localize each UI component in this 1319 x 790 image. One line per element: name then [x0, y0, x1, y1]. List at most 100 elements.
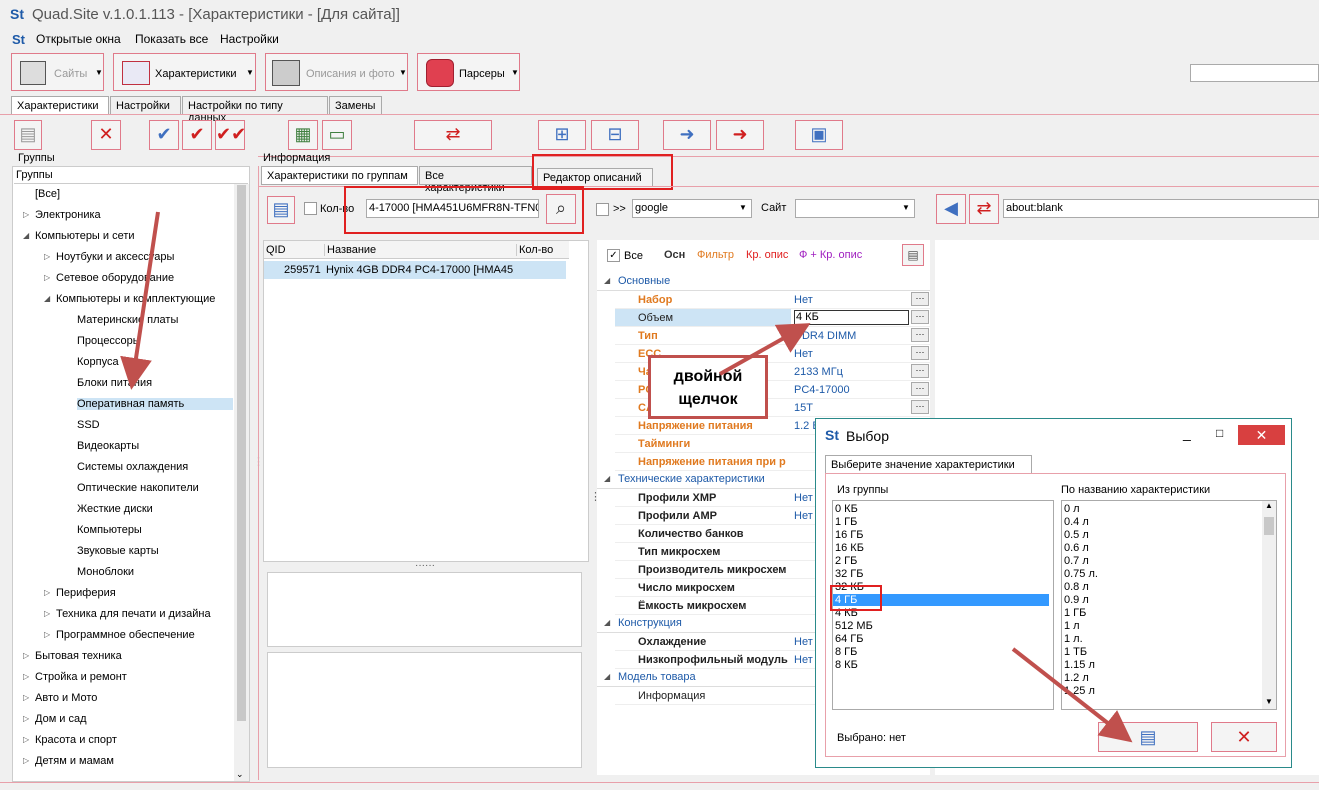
property-value[interactable]: Нет — [794, 348, 813, 360]
tab-replacements[interactable]: Замены — [329, 96, 382, 115]
tree-item[interactable]: Красота и спорт — [35, 734, 117, 746]
tree-item[interactable]: Оперативная память — [77, 398, 233, 410]
ellipsis-button[interactable]: ··· — [911, 382, 929, 396]
ellipsis-button[interactable]: ··· — [911, 292, 929, 306]
property-name[interactable]: Напряжение питания при р — [638, 456, 790, 468]
ellipsis-button[interactable]: ··· — [911, 364, 929, 378]
filter-filter[interactable]: Фильтр — [697, 249, 734, 261]
browser-arrows[interactable]: >> — [613, 203, 626, 215]
tree-item[interactable]: Компьютеры и сети — [35, 230, 135, 242]
parsers-button[interactable]: Парсеры ▼ — [417, 53, 520, 91]
all-checkbox[interactable]: ✓ — [607, 249, 620, 262]
maximize-icon[interactable]: □ — [1216, 426, 1223, 440]
props-save-button[interactable]: ▤ — [902, 244, 924, 266]
tree-item[interactable]: Материнские платы — [77, 314, 178, 326]
back-button[interactable]: ◀ — [936, 194, 966, 224]
collapse-icon[interactable]: ◢ — [604, 618, 610, 627]
tree-item[interactable]: Программное обеспечение — [56, 629, 195, 641]
tree-item[interactable]: Системы охлаждения — [77, 461, 188, 473]
menu-show-all[interactable]: Показать все — [135, 32, 208, 46]
tree-item[interactable]: Процессоры — [77, 335, 141, 347]
list-item[interactable]: 0.5 л — [1064, 529, 1089, 541]
filter-main[interactable]: Осн — [664, 249, 685, 261]
expand-icon[interactable]: ▷ — [23, 693, 29, 702]
tab-characteristics[interactable]: Характеристики — [11, 96, 109, 115]
menu-open-windows[interactable]: Открытые окна — [36, 32, 121, 46]
section-header[interactable]: Конструкция — [618, 617, 682, 629]
list-item[interactable]: 0 КБ — [835, 503, 858, 515]
property-value[interactable]: Нет — [794, 654, 813, 666]
list-item[interactable]: 1 ТБ — [1064, 646, 1087, 658]
description-box-2[interactable] — [267, 652, 582, 768]
list-item[interactable]: 1.15 л — [1064, 659, 1095, 671]
property-name[interactable]: Низкопрофильный модуль — [638, 654, 790, 666]
tree-item[interactable]: Компьютеры и комплектующие — [56, 293, 215, 305]
browser-checkbox[interactable] — [596, 203, 609, 216]
property-name[interactable]: Тайминги — [638, 438, 790, 450]
expand-icon[interactable]: ▷ — [23, 210, 29, 219]
check-all-button[interactable]: ✔✔ — [215, 120, 246, 150]
scroll-thumb[interactable] — [1264, 517, 1274, 535]
property-value[interactable]: PC4-17000 — [794, 384, 850, 396]
splitter-handle[interactable]: ······ — [415, 560, 435, 571]
tree-item[interactable]: Компьютеры — [77, 524, 142, 536]
list-item[interactable]: 512 МБ — [835, 620, 873, 632]
list-item[interactable]: 0.4 л — [1064, 516, 1089, 528]
collapse-icon[interactable]: ◢ — [604, 276, 610, 285]
image-button[interactable]: ▣ — [795, 120, 843, 150]
chevron-down-icon[interactable]: ▼ — [739, 203, 747, 212]
tree-item[interactable]: Периферия — [56, 587, 116, 599]
descriptions-button[interactable]: Описания и фото ▼ — [265, 53, 408, 91]
property-name[interactable]: Количество банков — [638, 528, 790, 540]
tree-item[interactable]: Моноблоки — [77, 566, 134, 578]
tree-item[interactable]: Детям и мамам — [35, 755, 114, 767]
list-item[interactable]: 1 ГБ — [1064, 607, 1086, 619]
structure-button[interactable]: ⊞ — [538, 120, 586, 150]
list-item[interactable]: 1 л. — [1064, 633, 1083, 645]
list-item[interactable]: 1.25 л — [1064, 685, 1095, 697]
move-red-button[interactable]: ➜ — [716, 120, 764, 150]
property-name[interactable]: Тип — [638, 330, 790, 342]
property-name[interactable]: Объем — [638, 312, 790, 324]
header-qid[interactable]: QID — [266, 244, 286, 256]
expand-icon[interactable]: ▷ — [44, 588, 50, 597]
export-button[interactable]: ▦ — [288, 120, 318, 150]
list-item[interactable]: 64 ГБ — [835, 633, 863, 645]
ellipsis-button[interactable]: ··· — [911, 328, 929, 342]
section-header[interactable]: Основные — [618, 275, 670, 287]
dialog-tab[interactable]: Выберите значение характеристики — [825, 455, 1032, 474]
expand-icon[interactable]: ▷ — [44, 609, 50, 618]
dialog-cancel-button[interactable]: ✕ — [1211, 722, 1277, 752]
tree-item[interactable]: Электроника — [35, 209, 101, 221]
name-values-list[interactable]: 0 л 0.4 л 0.5 л 0.6 л 0.7 л 0.75 л. 0.8 л 0.9 л… — [1061, 500, 1277, 710]
tab-settings-by-type[interactable]: Настройки по типу данных — [182, 96, 328, 124]
save-disabled-button[interactable]: ▤ — [14, 120, 42, 150]
expand-icon[interactable]: ▷ — [23, 735, 29, 744]
property-value[interactable]: DDR4 DIMM — [794, 330, 856, 342]
url-input[interactable]: about:blank — [1003, 199, 1319, 218]
reload-button[interactable]: ⇄ — [969, 194, 999, 224]
property-value[interactable]: 4 КБ — [794, 310, 909, 325]
section-header[interactable]: Технические характеристики — [618, 473, 765, 485]
dialog-save-button[interactable]: ▤ — [1098, 722, 1198, 752]
filter-short-desc[interactable]: Кр. опис — [746, 249, 788, 261]
list-item[interactable]: 1 л — [1064, 620, 1080, 632]
tab-chars-by-groups[interactable]: Характеристики по группам — [261, 166, 418, 185]
tree-item[interactable]: [Все] — [35, 188, 60, 200]
tree-item[interactable]: Техника для печати и дизайна — [56, 608, 211, 620]
property-name[interactable]: Охлаждение — [638, 636, 790, 648]
tree-item[interactable]: Ноутбуки и аксессуары — [56, 251, 174, 263]
tree-item[interactable]: Сетевое оборудование — [56, 272, 174, 284]
tree-item[interactable]: Оптические накопители — [77, 482, 199, 494]
header-qty[interactable]: Кол-во — [516, 244, 553, 256]
property-value[interactable]: 2133 МГц — [794, 366, 843, 378]
chevron-down-icon[interactable]: ⌄ — [236, 769, 244, 780]
table-row[interactable]: 259571 Hynix 4GB DDR4 PC4-17000 [HMA451U — [264, 261, 566, 279]
chevron-down-icon[interactable]: ▼ — [1265, 697, 1273, 706]
check-red-button[interactable]: ✔ — [182, 120, 212, 150]
expand-icon[interactable]: ▷ — [23, 672, 29, 681]
sites-button[interactable]: Сайты ▼ — [11, 53, 104, 91]
property-name[interactable]: Профили XMP — [638, 492, 790, 504]
tree-item[interactable]: Авто и Мото — [35, 692, 97, 704]
save-filter-button[interactable]: ▤ — [267, 196, 295, 224]
